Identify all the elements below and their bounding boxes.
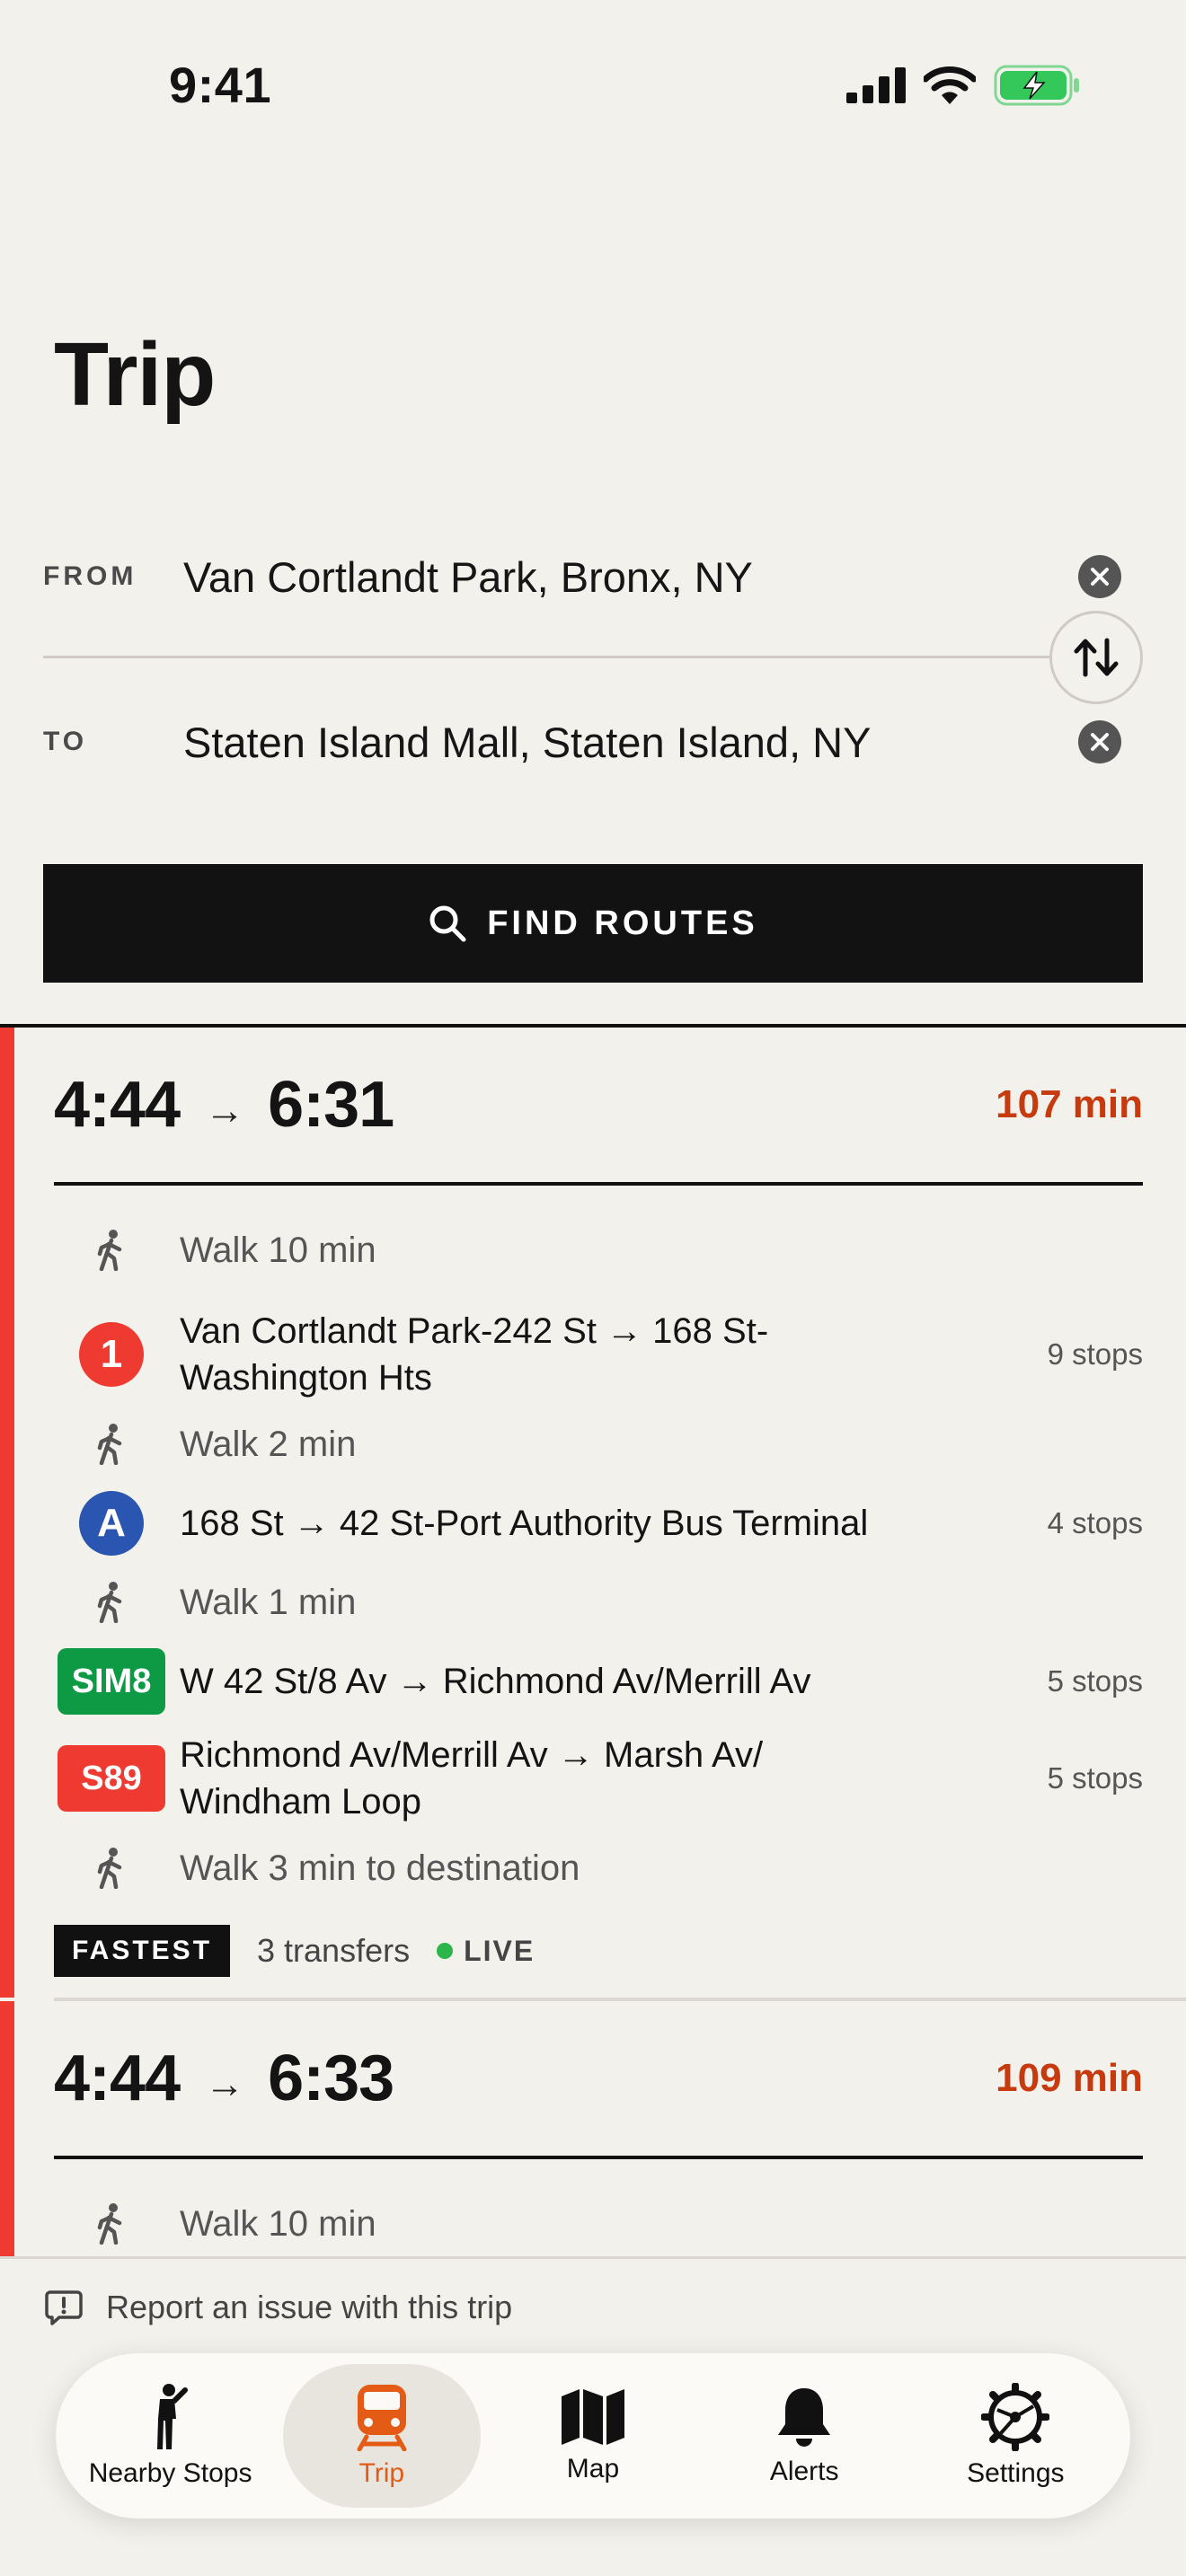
wifi-icon	[924, 66, 976, 104]
route-card[interactable]: 4:44 → 6:31 107 min Walk 10 min 1 Van Co…	[0, 1028, 1186, 1998]
walking-icon	[97, 1848, 122, 1889]
live-indicator: LIVE	[437, 1935, 535, 1968]
person-icon	[156, 2384, 188, 2449]
arrive-time: 6:33	[268, 2042, 394, 2114]
route-accent-bar	[0, 2001, 14, 2256]
leg-text: W 42 St/8 Av → Richmond Av/Merrill Av	[180, 1662, 811, 1701]
report-issue-link[interactable]: Report an issue with this trip	[0, 2256, 1186, 2355]
leg-walk: Walk 2 min	[54, 1408, 1143, 1480]
gear-icon	[981, 2383, 1050, 2451]
status-icons	[846, 65, 1080, 106]
walking-icon	[97, 1582, 122, 1623]
status-bar: 9:41	[0, 0, 1186, 171]
clear-from-button[interactable]	[1078, 555, 1121, 598]
leg-stops: 9 stops	[1047, 1337, 1143, 1371]
walking-icon	[97, 1424, 122, 1465]
leg-subway: 1 Van Cortlandt Park-242 St → 168 St-Was…	[54, 1301, 1143, 1408]
to-label: TO	[43, 727, 88, 756]
report-issue-label: Report an issue with this trip	[106, 2288, 513, 2325]
live-dot-icon	[437, 1943, 454, 1959]
leg-subway: A 168 St → 42 St-Port Authority Bus Term…	[54, 1480, 1143, 1566]
leg-text: Walk 1 min	[180, 1583, 357, 1622]
tab-label: Map	[566, 2454, 620, 2483]
from-label: FROM	[43, 561, 137, 591]
leg-walk: Walk 10 min	[54, 1186, 1143, 1301]
bell-icon	[778, 2388, 831, 2447]
leg-walk: Walk 1 min	[54, 1566, 1143, 1638]
live-label: LIVE	[464, 1934, 535, 1967]
route-s89-badge: S89	[58, 1745, 165, 1812]
route-results-list[interactable]: 4:44 → 6:31 107 min Walk 10 min 1 Van Co…	[0, 1028, 1186, 2256]
map-icon	[561, 2389, 624, 2445]
tab-alerts[interactable]: Alerts	[705, 2364, 903, 2508]
swap-arrows-icon	[1074, 638, 1119, 677]
route-header: 4:44 → 6:33 109 min	[54, 2001, 1143, 2159]
walking-icon	[97, 1230, 122, 1271]
depart-time: 4:44	[54, 1069, 181, 1141]
leg-stops: 5 stops	[1047, 1761, 1143, 1795]
train-icon	[357, 2385, 407, 2451]
route-duration: 109 min	[996, 2056, 1143, 2100]
search-icon	[429, 905, 466, 942]
walking-icon	[97, 2203, 122, 2245]
tab-label: Alerts	[769, 2457, 839, 2486]
status-time: 9:41	[169, 57, 272, 113]
leg-bus: S89 Richmond Av/Merrill Av → Marsh Av/ W…	[54, 1725, 1143, 1832]
tab-trip[interactable]: Trip	[282, 2364, 481, 2508]
close-icon	[1091, 733, 1109, 751]
arrow-icon: →	[205, 1089, 245, 1133]
close-icon	[1091, 568, 1109, 586]
clear-to-button[interactable]	[1078, 720, 1121, 763]
route-card[interactable]: 4:44 → 6:33 109 min Walk 10 min	[0, 2001, 1186, 2256]
find-routes-label: FIND ROUTES	[487, 904, 758, 942]
line-a-badge: A	[79, 1491, 144, 1556]
tab-label: Settings	[967, 2458, 1065, 2488]
find-routes-button[interactable]: FIND ROUTES	[43, 864, 1143, 983]
report-icon	[45, 2289, 83, 2325]
from-field[interactable]: FROM Van Cortlandt Park, Bronx, NY	[43, 523, 1143, 631]
route-header: 4:44 → 6:31 107 min	[54, 1028, 1143, 1186]
battery-charging-icon	[994, 65, 1079, 106]
arrow-icon: →	[205, 2062, 245, 2106]
depart-time: 4:44	[54, 2042, 181, 2114]
tab-map[interactable]: Map	[494, 2364, 692, 2508]
leg-text: Richmond Av/Merrill Av → Marsh Av/ Windh…	[180, 1735, 764, 1822]
to-field[interactable]: TO Staten Island Mall, Staten Island, NY	[43, 688, 1143, 796]
leg-stops: 5 stops	[1047, 1664, 1143, 1698]
leg-text: 168 St → 42 St-Port Authority Bus Termin…	[180, 1504, 869, 1543]
to-value[interactable]: Staten Island Mall, Staten Island, NY	[183, 718, 1143, 767]
leg-text: Van Cortlandt Park-242 St → 168 St-Washi…	[180, 1311, 769, 1398]
route-accent-bar	[0, 1028, 14, 1998]
leg-text: Walk 10 min	[180, 1231, 376, 1270]
leg-text: Walk 3 min to destination	[180, 1848, 580, 1888]
arrive-time: 6:31	[268, 1069, 394, 1141]
leg-bus: SIM8 W 42 St/8 Av → Richmond Av/Merrill …	[54, 1638, 1143, 1725]
route-duration: 107 min	[996, 1082, 1143, 1126]
cellular-signal-icon	[846, 67, 906, 103]
route-footer: FASTEST 3 transfers LIVE	[54, 1904, 1143, 1998]
transfer-count: 3 transfers	[257, 1932, 411, 1969]
tab-nearby-stops[interactable]: Nearby Stops	[72, 2364, 270, 2508]
leg-walk: Walk 3 min to destination	[54, 1832, 1143, 1904]
tab-settings[interactable]: Settings	[916, 2364, 1114, 2508]
route-sim8-badge: SIM8	[58, 1648, 165, 1715]
leg-text: Walk 10 min	[180, 2204, 376, 2244]
fastest-badge: FASTEST	[54, 1925, 231, 1977]
leg-text: Walk 2 min	[180, 1425, 357, 1464]
from-value[interactable]: Van Cortlandt Park, Bronx, NY	[183, 552, 1143, 602]
line-1-badge: 1	[79, 1322, 144, 1387]
tab-label: Trip	[358, 2458, 405, 2488]
tab-label: Nearby Stops	[88, 2458, 252, 2488]
leg-stops: 4 stops	[1047, 1506, 1143, 1539]
page-title: Trip	[54, 324, 216, 425]
leg-walk: Walk 10 min	[54, 2159, 1143, 2256]
tab-bar: Nearby Stops Trip Map Alerts Settings	[56, 2353, 1130, 2519]
location-divider	[43, 656, 1053, 658]
